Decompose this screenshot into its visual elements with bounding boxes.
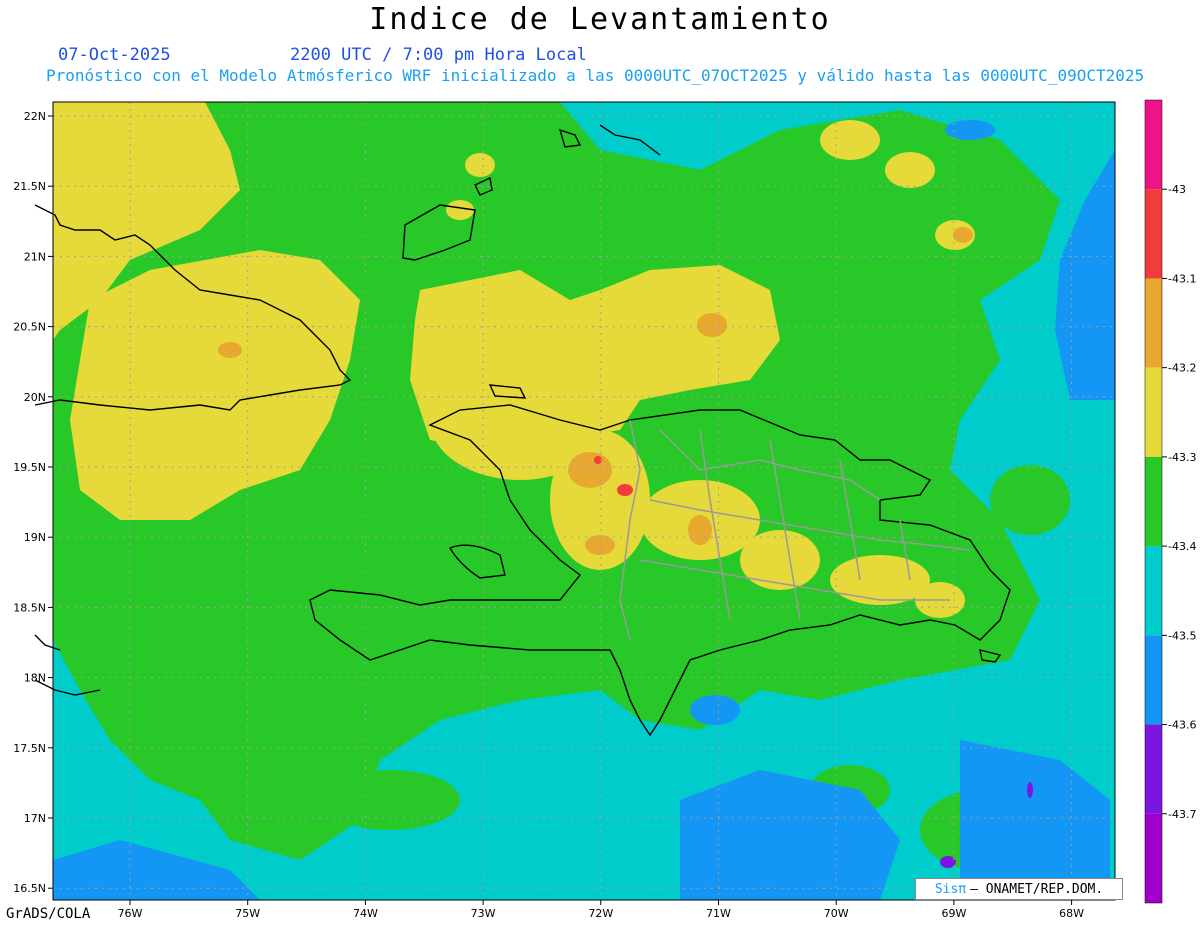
lon-label: 68W bbox=[1059, 907, 1084, 920]
lifted-index-map: 22N 21.5N 21N 20.5N 20N 19.5N 19N 18.5N 18N 17.5N… bbox=[13, 99, 1196, 920]
colorbar-segment bbox=[1145, 546, 1162, 636]
colorbar-segment bbox=[1145, 189, 1162, 279]
lat-label: 20N bbox=[24, 391, 46, 404]
colorbar-segment bbox=[1145, 278, 1162, 368]
lat-label: 18.5N bbox=[13, 601, 46, 614]
lon-label: 71W bbox=[706, 907, 731, 920]
colorbar-segment bbox=[1145, 813, 1162, 903]
lat-label: 21.5N bbox=[13, 180, 46, 193]
lat-label: 17N bbox=[24, 812, 46, 825]
lat-label: 18N bbox=[24, 672, 46, 685]
lat-label: 17.5N bbox=[13, 742, 46, 755]
credit-text: – ONAMET/REP.DOM. bbox=[970, 881, 1104, 897]
lat-label: 19N bbox=[24, 531, 46, 544]
colorbar-label: -43.6 bbox=[1168, 719, 1196, 732]
lon-label: 73W bbox=[471, 907, 496, 920]
colorbar-label: -43.1 bbox=[1168, 272, 1196, 285]
colorbar-label: -43.7 bbox=[1168, 808, 1196, 821]
colorbar-label: -43.3 bbox=[1168, 451, 1196, 464]
credit-box: Sisπ – ONAMET/REP.DOM. bbox=[915, 878, 1123, 900]
colorbar-label: -43.5 bbox=[1168, 629, 1196, 642]
lat-label: 20.5N bbox=[13, 321, 46, 334]
lat-label: 22N bbox=[24, 110, 46, 123]
colorbar-label: -43.4 bbox=[1168, 540, 1196, 553]
lon-label: 72W bbox=[588, 907, 613, 920]
colorbar: -43 -43.1 -43.2 -43.3 -43.4 -43.5 -43.6 -43.7 bbox=[1144, 99, 1196, 904]
longitude-labels: 76W 75W 74W 73W 72W 71W 70W 69W 68W bbox=[118, 900, 1084, 920]
lat-label: 19.5N bbox=[13, 461, 46, 474]
software-credit: GrADS/COLA bbox=[6, 906, 91, 922]
lat-label: 16.5N bbox=[13, 882, 46, 895]
sis-logo-text: Sisπ bbox=[934, 881, 967, 897]
colorbar-label: -43 bbox=[1168, 183, 1186, 196]
lon-label: 69W bbox=[941, 907, 966, 920]
lat-label: 21N bbox=[24, 250, 46, 263]
colorbar-segment bbox=[1145, 100, 1162, 190]
colorbar-label: -43.2 bbox=[1168, 362, 1196, 375]
lon-label: 75W bbox=[235, 907, 260, 920]
latitude-labels: 22N 21.5N 21N 20.5N 20N 19.5N 19N 18.5N 18N 17.5N… bbox=[13, 110, 53, 895]
colorbar-segment bbox=[1145, 724, 1162, 814]
colorbar-segment bbox=[1145, 635, 1162, 725]
lon-label: 74W bbox=[353, 907, 378, 920]
lon-label: 76W bbox=[118, 907, 143, 920]
lon-label: 70W bbox=[824, 907, 849, 920]
colorbar-segment bbox=[1145, 456, 1162, 547]
colorbar-segment bbox=[1145, 367, 1162, 457]
